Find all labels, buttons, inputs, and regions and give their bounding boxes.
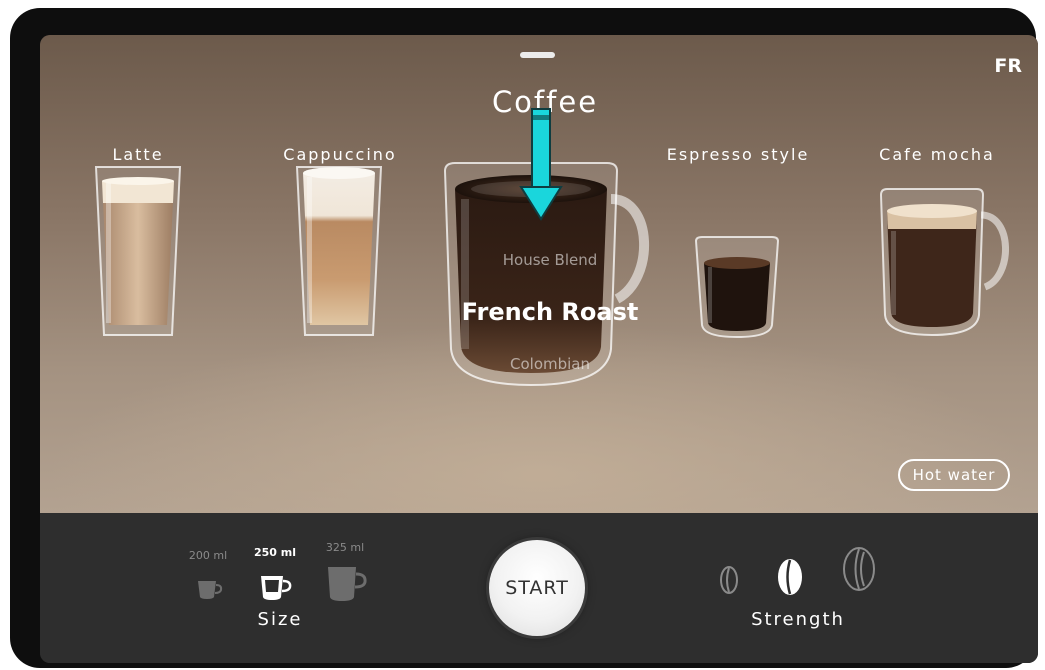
pull-handle[interactable] <box>520 52 555 58</box>
low-strength-bean-icon[interactable] <box>719 565 739 595</box>
drink-label-cappuccino[interactable]: Cappuccino <box>270 145 410 164</box>
size-option-325-label[interactable]: 325 ml <box>320 541 370 554</box>
drink-label-cafe-mocha[interactable]: Cafe mocha <box>862 145 1012 164</box>
espresso-glass-icon[interactable] <box>692 235 782 339</box>
hot-water-button[interactable]: Hot water <box>898 459 1010 491</box>
high-strength-bean-icon[interactable] <box>841 546 877 592</box>
blend-option-next[interactable]: Colombian <box>390 355 710 373</box>
language-toggle[interactable]: FR <box>972 55 1022 77</box>
large-cup-icon[interactable] <box>326 565 368 603</box>
size-option-200-label[interactable]: 200 ml <box>183 549 233 562</box>
size-title: Size <box>257 609 303 630</box>
latte-glass-icon[interactable] <box>92 163 184 341</box>
blend-option-selected[interactable]: French Roast <box>390 298 710 326</box>
medium-strength-bean-icon[interactable] <box>776 557 804 597</box>
mocha-mug-icon[interactable] <box>877 187 1013 339</box>
start-button[interactable]: START <box>489 540 585 636</box>
drink-carousel[interactable]: FR Coffee Latte Cappuccino House Blend F… <box>40 35 1038 513</box>
drink-label-espresso-style[interactable]: Espresso style <box>648 145 828 164</box>
strength-title: Strength <box>751 609 845 630</box>
small-cup-icon[interactable] <box>196 579 224 601</box>
cappuccino-glass-icon[interactable] <box>293 163 385 341</box>
drink-label-latte[interactable]: Latte <box>88 145 188 164</box>
touch-screen: FR Coffee Latte Cappuccino House Blend F… <box>40 35 1038 663</box>
size-option-250-label[interactable]: 250 ml <box>250 546 300 559</box>
blend-option-previous[interactable]: House Blend <box>390 251 710 269</box>
device-frame: FR Coffee Latte Cappuccino House Blend F… <box>10 8 1038 668</box>
control-bar: 200 ml 250 ml 325 ml Size START Strength <box>40 513 1038 663</box>
medium-cup-icon[interactable] <box>259 574 293 602</box>
down-arrow-icon <box>519 108 563 221</box>
